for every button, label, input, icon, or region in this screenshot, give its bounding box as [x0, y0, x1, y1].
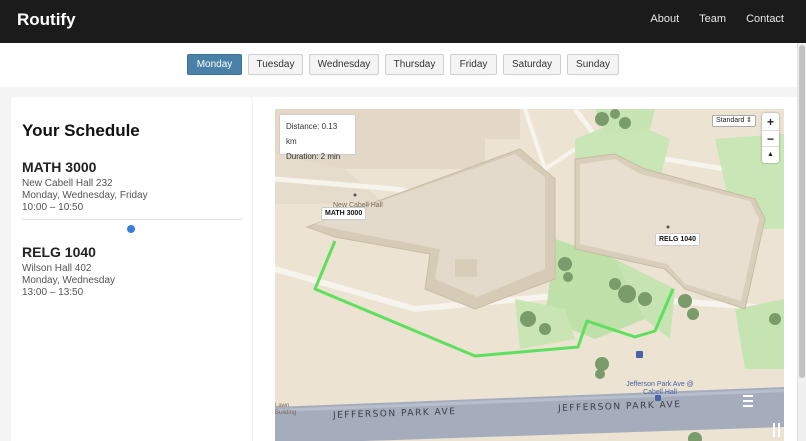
bus-stop-label: Jefferson Park Ave @ Cabell Hall: [626, 381, 694, 396]
nav-links: About Team Contact: [630, 13, 784, 25]
day-tab-monday[interactable]: Monday: [187, 54, 242, 75]
day-tab-thursday[interactable]: Thursday: [385, 54, 444, 75]
select-arrows-icon: ⇕: [746, 117, 752, 124]
schedule-panel: Your Schedule MATH 3000 New Cabell Hall …: [11, 97, 252, 441]
course-card[interactable]: MATH 3000 New Cabell Hall 232 Monday, We…: [22, 159, 242, 214]
map-style-value: Standard: [716, 117, 745, 124]
map-style-select[interactable]: Standard ⇕: [712, 115, 756, 127]
route-duration: Duration: 2 min: [286, 152, 341, 161]
nav-team-link[interactable]: Team: [699, 13, 726, 25]
zoom-in-button[interactable]: +: [762, 114, 779, 130]
day-selector: Monday Tuesday Wednesday Thursday Friday…: [0, 43, 797, 87]
course-divider: [22, 219, 242, 220]
map-panel: Distance: 0.13 km Duration: 2 min Standa…: [253, 97, 797, 441]
course-location: New Cabell Hall 232: [22, 178, 113, 189]
nav-about-link[interactable]: About: [650, 13, 679, 25]
map-marker-math3000[interactable]: MATH 3000: [321, 207, 367, 220]
map-canvas: [275, 109, 784, 441]
course-card[interactable]: RELG 1040 Wilson Hall 402 Monday, Wednes…: [22, 244, 242, 299]
nav-contact-link[interactable]: Contact: [746, 13, 784, 25]
course-code: MATH 3000: [22, 159, 97, 175]
schedule-title: Your Schedule: [22, 121, 140, 140]
day-tab-tuesday[interactable]: Tuesday: [248, 54, 303, 75]
map-zoom-controls: + − ▲: [762, 113, 779, 163]
route-info-box: Distance: 0.13 km Duration: 2 min: [279, 114, 356, 161]
course-time: 13:00 – 13:50: [22, 287, 84, 298]
zoom-out-button[interactable]: −: [762, 130, 779, 146]
route-distance: Distance: 0.13 km: [286, 122, 338, 146]
brand-logo[interactable]: Routify: [17, 10, 76, 30]
day-tab-friday[interactable]: Friday: [450, 54, 497, 75]
course-location: Wilson Hall 402: [22, 263, 92, 274]
walk-indicator-dot: [127, 225, 135, 233]
day-tab-saturday[interactable]: Saturday: [503, 54, 561, 75]
map-marker-relg1040[interactable]: RELG 1040: [655, 233, 700, 246]
scrollbar-thumb[interactable]: [799, 45, 805, 378]
course-time: 10:00 – 10:50: [22, 202, 84, 213]
course-days: Monday, Wednesday, Friday: [22, 190, 148, 201]
day-tab-sunday[interactable]: Sunday: [567, 54, 619, 75]
corner-building-label: Lawn Building: [275, 403, 297, 416]
course-code: RELG 1040: [22, 244, 96, 260]
day-tab-wednesday[interactable]: Wednesday: [309, 54, 379, 75]
top-navbar: Routify About Team Contact: [0, 0, 806, 43]
route-map[interactable]: Distance: 0.13 km Duration: 2 min Standa…: [275, 109, 784, 441]
course-days: Monday, Wednesday: [22, 275, 116, 286]
compass-button[interactable]: ▲: [762, 146, 779, 162]
